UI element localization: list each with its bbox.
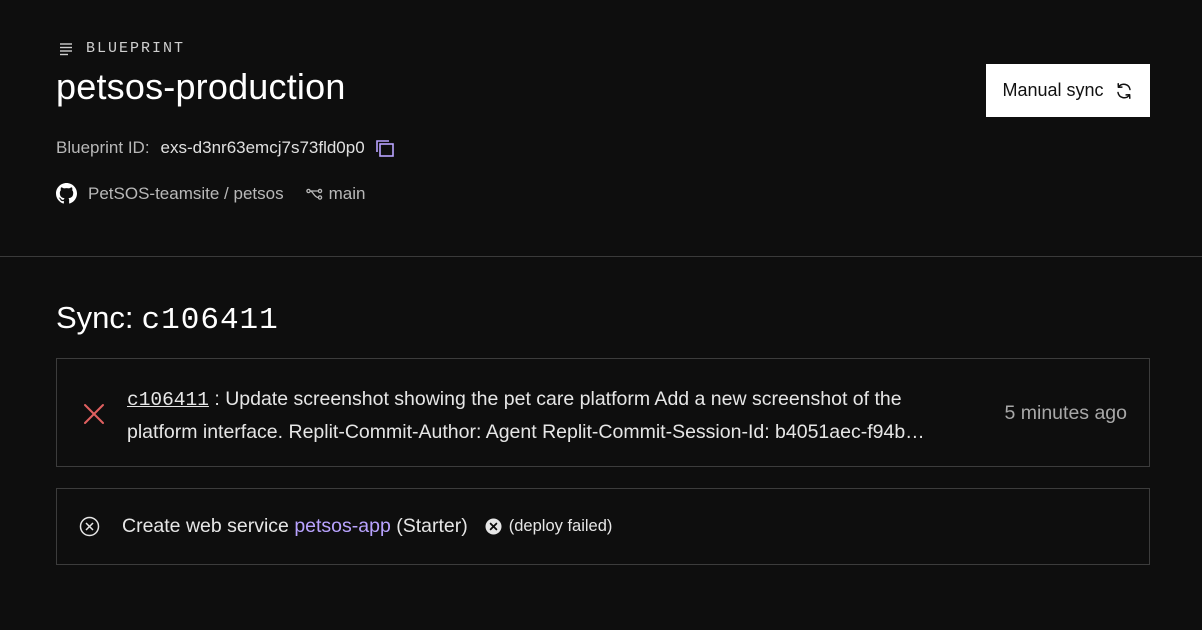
blueprint-id-row: Blueprint ID: exs-d3nr63emcj7s73fld0p0 [56,138,396,158]
refresh-icon [1114,81,1134,101]
event-prefix: Create web service [122,515,295,537]
repo-row: PetSOS-teamsite / petsos main [56,183,365,204]
event-plan: (Starter) [390,515,468,537]
error-x-icon [83,403,105,430]
copy-icon[interactable] [374,138,396,158]
status-badge: (deploy failed) [485,517,613,536]
event-text: Create web service petsos-app (Starter) [122,515,468,538]
status-text: (deploy failed) [508,517,613,535]
sync-title-prefix: Sync: [56,300,134,335]
commit-message: c106411 : Update screenshot showing the … [127,383,977,448]
commit-time: 5 minutes ago [1004,402,1128,424]
blueprint-id-value: exs-d3nr63emcj7s73fld0p0 [160,138,365,157]
branch: main [305,183,366,204]
list-icon [58,42,74,56]
service-link[interactable]: petsos-app [294,515,390,537]
circle-x-icon [79,516,100,537]
commit-hash-link[interactable]: c106411 [127,389,209,411]
branch-icon [305,188,323,200]
eyebrow-label: BLUEPRINT [86,40,186,57]
eyebrow: BLUEPRINT [58,40,185,57]
commit-card: c106411 : Update screenshot showing the … [56,358,1150,467]
commit-separator: : [208,388,226,410]
commit-message-line1: Update screenshot showing the pet care p… [225,388,902,410]
repo-link[interactable]: PetSOS-teamsite / petsos [88,184,284,204]
page-title: petsos-production [56,66,346,107]
blueprint-id-label: Blueprint ID: [56,138,150,157]
branch-name: main [328,183,366,203]
github-icon [56,183,77,204]
sync-title: Sync: c106411 [56,300,279,338]
manual-sync-button[interactable]: Manual sync [986,64,1150,117]
manual-sync-label: Manual sync [1002,80,1104,100]
blueprint-header: BLUEPRINT petsos-production Manual sync … [0,0,1202,257]
commit-message-line2: platform interface. Replit-Commit-Author… [127,421,925,443]
failed-badge-icon [485,518,502,535]
event-card: Create web service petsos-app (Starter) … [56,488,1150,565]
sync-commit-id: c106411 [141,303,279,338]
